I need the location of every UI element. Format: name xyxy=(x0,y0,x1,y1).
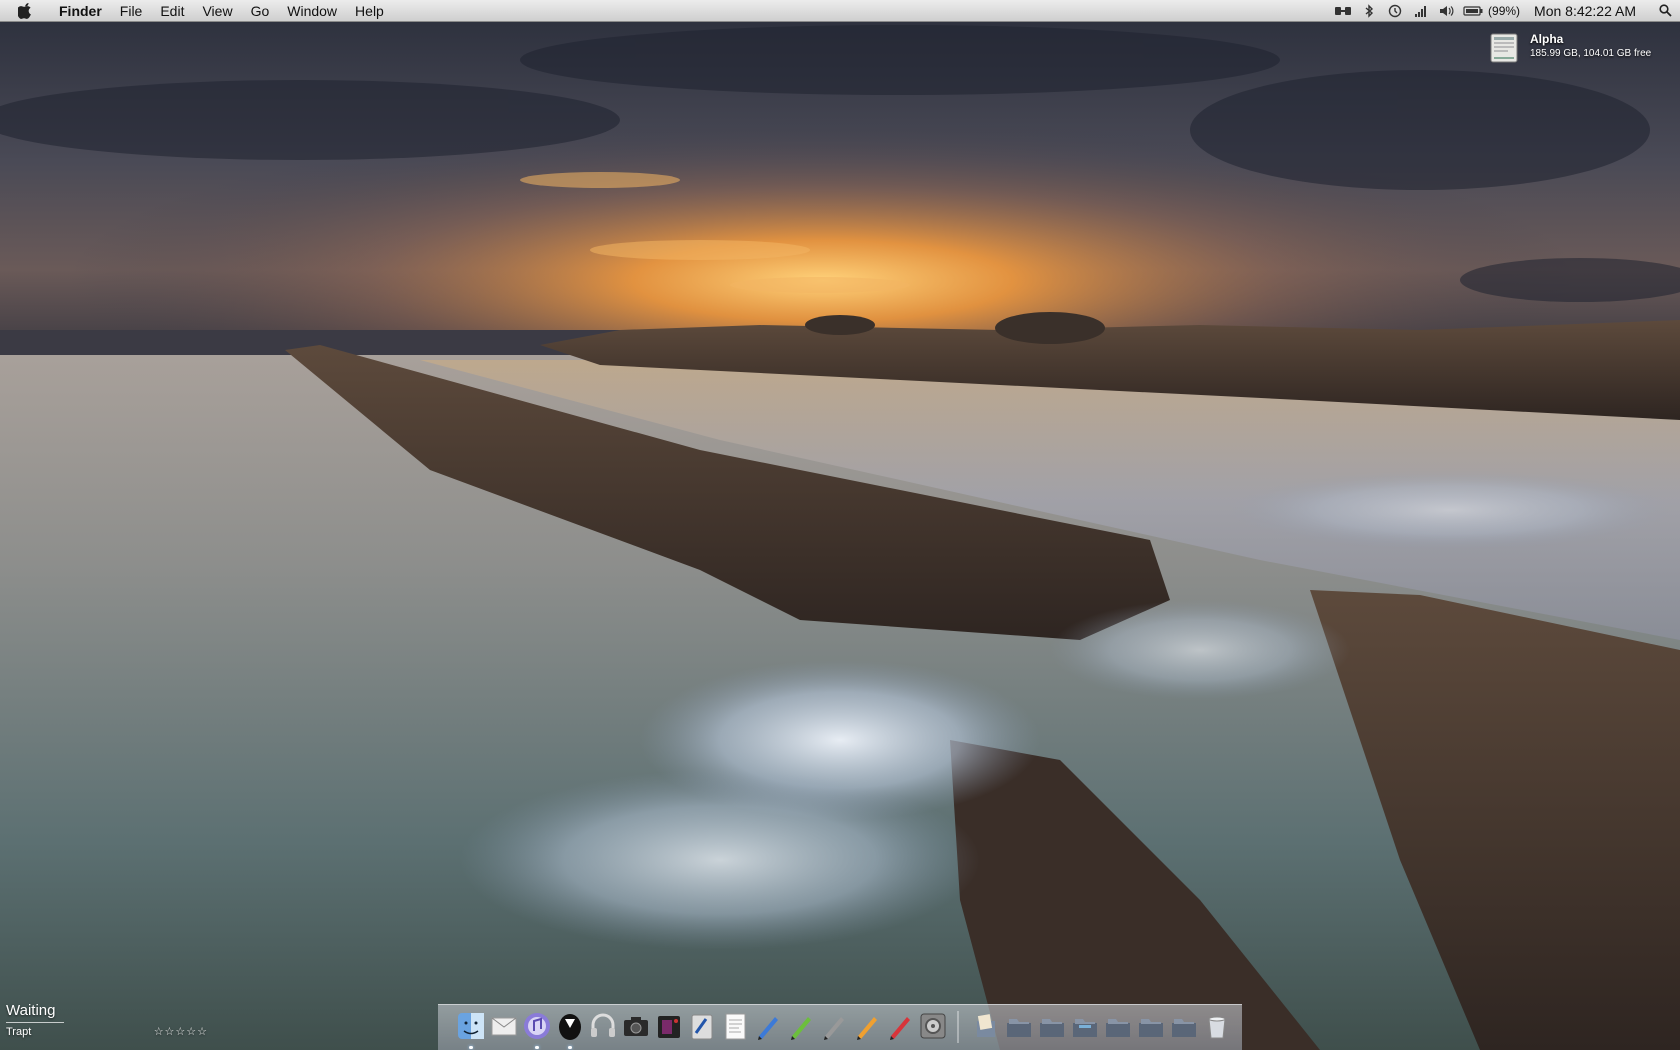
hard-disk-icon[interactable] xyxy=(1488,32,1520,64)
folder-stack-icon[interactable] xyxy=(1169,1011,1199,1041)
menu-bar: Finder File Edit View Go Window Help (99… xyxy=(0,0,1680,22)
folder-stack-icon[interactable] xyxy=(1103,1011,1133,1041)
pencil-red-icon[interactable] xyxy=(885,1011,915,1041)
menubar-clock[interactable]: Mon 8:42:22 AM xyxy=(1526,3,1650,19)
pencil-green-icon[interactable] xyxy=(786,1011,816,1041)
pencil-orange-icon[interactable] xyxy=(852,1011,882,1041)
volume-icon[interactable] xyxy=(1434,0,1460,22)
pencil-blue-icon[interactable] xyxy=(753,1011,783,1041)
itunes-running-indicator xyxy=(535,1046,539,1049)
time-machine-icon[interactable] xyxy=(1382,0,1408,22)
now-playing-divider xyxy=(6,1022,64,1023)
adium-icon[interactable] xyxy=(555,1011,585,1041)
adium-running-indicator xyxy=(568,1046,572,1049)
desktop-drive-alpha[interactable]: Alpha 185.99 GB, 104.01 GB free xyxy=(1488,32,1651,64)
battery-percent: (99%) xyxy=(1488,3,1521,18)
dock-separator xyxy=(957,1011,959,1043)
desktop-wallpaper xyxy=(0,0,1680,1050)
headphones-icon[interactable] xyxy=(588,1011,618,1041)
menu-file[interactable]: File xyxy=(111,0,152,22)
camera-icon[interactable] xyxy=(621,1011,651,1041)
menu-app-finder[interactable]: Finder xyxy=(50,0,111,22)
drive-name: Alpha xyxy=(1530,32,1564,46)
pencil-gray-icon[interactable] xyxy=(819,1011,849,1041)
menu-window[interactable]: Window xyxy=(278,0,346,22)
now-playing-status: Waiting xyxy=(6,1002,56,1019)
wifi-icon[interactable] xyxy=(1408,0,1434,22)
battery-icon[interactable] xyxy=(1460,0,1486,22)
menu-view[interactable]: View xyxy=(193,0,241,22)
folder-stack-icon[interactable] xyxy=(1136,1011,1166,1041)
menu-edit[interactable]: Edit xyxy=(151,0,193,22)
now-playing-rating[interactable]: ☆☆☆☆☆ xyxy=(154,1025,208,1038)
drive-capacity: 185.99 GB, 104.01 GB free xyxy=(1530,48,1652,59)
itunes-icon[interactable] xyxy=(522,1011,552,1041)
folder-stack-icon[interactable] xyxy=(1004,1011,1034,1041)
script-editor-icon[interactable] xyxy=(687,1011,717,1041)
textedit-icon[interactable] xyxy=(720,1011,750,1041)
photo-booth-icon[interactable] xyxy=(654,1011,684,1041)
now-playing-widget: Waiting Trapt ☆☆☆☆☆ xyxy=(6,1002,208,1038)
trash-icon[interactable] xyxy=(1202,1011,1232,1041)
documents-stack-icon[interactable] xyxy=(971,1011,1001,1041)
mirror-displays-icon[interactable] xyxy=(1330,0,1356,22)
folder-stack-icon[interactable] xyxy=(1070,1011,1100,1041)
menu-help[interactable]: Help xyxy=(346,0,393,22)
spotlight-search-icon[interactable] xyxy=(1650,0,1680,22)
folder-stack-icon[interactable] xyxy=(1037,1011,1067,1041)
system-preferences-icon[interactable] xyxy=(918,1011,948,1041)
now-playing-app: Trapt xyxy=(6,1025,32,1038)
dock xyxy=(438,1004,1242,1050)
apple-menu-icon[interactable] xyxy=(14,0,36,22)
menu-go[interactable]: Go xyxy=(242,0,279,22)
mail-icon[interactable] xyxy=(489,1011,519,1041)
finder-running-indicator xyxy=(469,1046,473,1049)
bluetooth-icon[interactable] xyxy=(1356,0,1382,22)
finder-icon[interactable] xyxy=(456,1011,486,1041)
